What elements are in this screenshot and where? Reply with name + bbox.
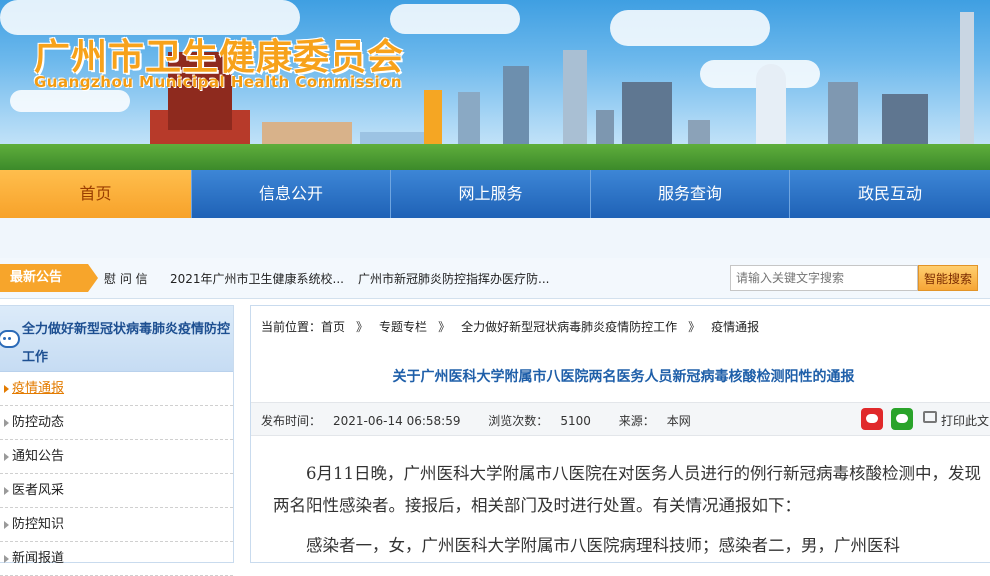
main-nav: 首页 信息公开 网上服务 服务查询 政民互动 (0, 170, 990, 218)
wechat-share-icon[interactable] (891, 408, 913, 430)
site-title-english: Guangzhou Municipal Health Commission (34, 73, 403, 91)
printer-icon[interactable] (923, 411, 937, 423)
notice-tag: 最新公告 (0, 264, 98, 292)
sidebar-item-epidemic-report[interactable]: 疫情通报 (0, 372, 233, 406)
published-label: 发布时间： (261, 414, 322, 428)
breadcrumb-link[interactable]: 专题专栏 (379, 320, 427, 334)
cloud-decoration (10, 90, 130, 112)
sidebar-item-medical-staff[interactable]: 医者风采 (0, 474, 233, 508)
header-banner: 广州市卫生健康委员会 Guangzhou Municipal Health Co… (0, 0, 990, 170)
chat-bubble-icon (0, 330, 20, 348)
views-count: 5100 (560, 414, 591, 428)
sidebar-item-prevention-news[interactable]: 防控动态 (0, 406, 233, 440)
views-label: 浏览次数： (488, 414, 549, 428)
nav-home[interactable]: 首页 (0, 170, 192, 218)
sidebar-item-news-reports[interactable]: 新闻报道 (0, 542, 233, 576)
source-value: 本网 (666, 414, 691, 428)
sidebar-item-notices[interactable]: 通知公告 (0, 440, 233, 474)
breadcrumb-prefix: 当前位置： (261, 320, 322, 334)
breadcrumb-separator: 》 (688, 320, 701, 334)
nav-public-interaction[interactable]: 政民互动 (790, 170, 990, 218)
notice-item[interactable]: 广州市新冠肺炎防控指挥办医疗防... (358, 270, 549, 287)
cloud-decoration (610, 10, 770, 46)
article-panel: 当前位置：首页》专题专栏》全力做好新型冠状病毒肺炎疫情防控工作》疫情通报 关于广… (250, 305, 990, 563)
breadcrumb-separator: 》 (438, 320, 451, 334)
trees-decoration (0, 144, 990, 170)
search-button[interactable]: 智能搜索 (918, 265, 978, 291)
breadcrumb: 当前位置：首页》专题专栏》全力做好新型冠状病毒肺炎疫情防控工作》疫情通报 (261, 318, 759, 335)
article-title: 关于广州医科大学附属市八医院两名医务人员新冠病毒核酸检测阳性的通报 (392, 369, 855, 385)
sidebar-heading-box: 全力做好新型冠状病毒肺炎疫情防控工作 (0, 306, 233, 372)
published-time: 2021-06-14 06:58:59 (333, 414, 461, 428)
notice-item[interactable]: 2021年广州市卫生健康系统校... (170, 270, 344, 287)
nav-online-services[interactable]: 网上服务 (391, 170, 591, 218)
sidebar: 全力做好新型冠状病毒肺炎疫情防控工作 疫情通报 防控动态 通知公告 医者风采 防… (0, 305, 234, 576)
sidebar-item-prevention-knowledge[interactable]: 防控知识 (0, 508, 233, 542)
breadcrumb-link[interactable]: 首页 (321, 320, 345, 334)
breadcrumb-separator: 》 (356, 320, 369, 334)
nav-info-disclosure[interactable]: 信息公开 (192, 170, 391, 218)
breadcrumb-link[interactable]: 疫情通报 (711, 320, 759, 334)
weibo-share-icon[interactable] (861, 408, 883, 430)
spacer-band (0, 218, 990, 259)
cloud-decoration (390, 4, 520, 34)
notice-item[interactable]: 慰 问 信 (104, 270, 148, 287)
search-input[interactable] (730, 265, 918, 291)
source-label: 来源： (618, 414, 655, 428)
article-paragraph: 感染者一，女，广州医科大学附属市八医院病理科技师；感染者二，男，广州医科 (306, 536, 900, 555)
print-article-link[interactable]: 打印此文 (941, 412, 989, 429)
nav-service-query[interactable]: 服务查询 (591, 170, 790, 218)
article-meta-bar: 发布时间： 2021-06-14 06:58:59 浏览次数： 5100 来源： 本网… (251, 402, 990, 436)
article-meta: 发布时间： 2021-06-14 06:58:59 浏览次数： 5100 来源： 本网 (261, 412, 715, 429)
sidebar-heading: 全力做好新型冠状病毒肺炎疫情防控工作 (22, 322, 231, 365)
breadcrumb-link[interactable]: 全力做好新型冠状病毒肺炎疫情防控工作 (461, 320, 677, 334)
article-paragraph: 6月11日晚，广州医科大学附属市八医院在对医务人员进行的例行新冠病毒核酸检测中，… (273, 464, 981, 515)
